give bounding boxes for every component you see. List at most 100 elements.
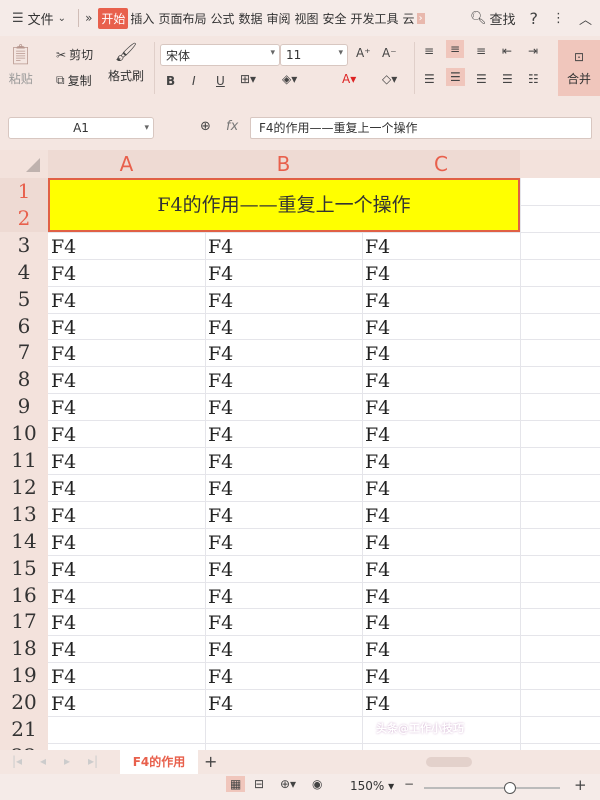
cell-b18[interactable]: F4: [205, 637, 233, 664]
cell-a18[interactable]: F4: [48, 637, 76, 664]
horizontal-scrollbar[interactable]: [410, 756, 570, 768]
row-header-6[interactable]: 6: [0, 313, 48, 340]
cell-b20[interactable]: F4: [205, 691, 233, 718]
row-header-16[interactable]: 16: [0, 582, 48, 609]
tab-cloud[interactable]: 云: [401, 8, 417, 29]
cell-b7[interactable]: F4: [205, 341, 233, 368]
zoom-select[interactable]: 150% ▾: [350, 779, 394, 793]
cell-a12[interactable]: F4: [48, 476, 76, 503]
column-header-c[interactable]: C: [362, 150, 520, 178]
help-icon[interactable]: ?: [529, 9, 538, 28]
font-name-select[interactable]: 宋体 ▾: [160, 44, 280, 66]
cell-c3[interactable]: F4: [362, 234, 390, 261]
row-header-14[interactable]: 14: [0, 528, 48, 555]
row-header-20[interactable]: 20: [0, 689, 48, 716]
cell-a11[interactable]: F4: [48, 449, 76, 476]
format-painter-button[interactable]: 🖌︎ 格式刷: [108, 42, 144, 84]
zoom-slider[interactable]: [424, 782, 560, 794]
cell-b15[interactable]: F4: [205, 557, 233, 584]
cell-b3[interactable]: F4: [205, 234, 233, 261]
justify-icon[interactable]: ☰: [502, 72, 513, 86]
cell-c6[interactable]: F4: [362, 315, 390, 342]
cell-c9[interactable]: F4: [362, 395, 390, 422]
tab-security[interactable]: 安全: [321, 8, 349, 29]
tab-formulas[interactable]: 公式: [208, 8, 236, 29]
row-header-12[interactable]: 12: [0, 474, 48, 501]
cell-b10[interactable]: F4: [205, 422, 233, 449]
tab-view[interactable]: 视图: [293, 8, 321, 29]
row-header-18[interactable]: 18: [0, 635, 48, 662]
formula-input[interactable]: F4的作用——重复上一个操作: [250, 117, 592, 139]
cell-b14[interactable]: F4: [205, 530, 233, 557]
cell-c10[interactable]: F4: [362, 422, 390, 449]
cell-a3[interactable]: F4: [48, 234, 76, 261]
cell-b19[interactable]: F4: [205, 664, 233, 691]
row-header-7[interactable]: 7: [0, 339, 48, 366]
distribute-icon[interactable]: ☷: [528, 72, 539, 86]
tab-developer[interactable]: 开发工具: [349, 8, 401, 29]
cell-b13[interactable]: F4: [205, 503, 233, 530]
sheet-tab-f4[interactable]: F4的作用: [120, 750, 198, 774]
align-middle-icon[interactable]: ≡: [446, 40, 465, 58]
row-header-15[interactable]: 15: [0, 555, 48, 582]
cell-a16[interactable]: F4: [48, 584, 76, 611]
row-header-5[interactable]: 5: [0, 286, 48, 313]
cell-c20[interactable]: F4: [362, 691, 390, 718]
prev-sheet-icon[interactable]: ◂: [40, 754, 46, 768]
normal-view-icon[interactable]: ▦: [226, 776, 246, 792]
fx-label[interactable]: fx: [226, 119, 238, 134]
cell-c16[interactable]: F4: [362, 584, 390, 611]
first-sheet-icon[interactable]: |◂: [12, 754, 22, 768]
cell-c4[interactable]: F4: [362, 261, 390, 288]
cell-b17[interactable]: F4: [205, 610, 233, 637]
copy-button[interactable]: ⧉ 复制: [56, 72, 92, 89]
tab-data[interactable]: 数据: [236, 8, 264, 29]
cell-a8[interactable]: F4: [48, 368, 76, 395]
cell-b5[interactable]: F4: [205, 288, 233, 315]
page-layout-view-icon[interactable]: ⊕▾: [280, 777, 296, 791]
clear-format-icon[interactable]: ◇▾: [382, 72, 397, 86]
row-header-9[interactable]: 9: [0, 393, 48, 420]
align-top-icon[interactable]: ≡: [424, 44, 434, 58]
row-header-13[interactable]: 13: [0, 501, 48, 528]
paste-button[interactable]: 📋︎ 粘贴: [8, 42, 33, 87]
cell-a20[interactable]: F4: [48, 691, 76, 718]
row-header-4[interactable]: 4: [0, 259, 48, 286]
cell-b8[interactable]: F4: [205, 368, 233, 395]
search-button[interactable]: 🔍︎ 查找: [470, 9, 516, 28]
cell-b4[interactable]: F4: [205, 261, 233, 288]
row-header-2[interactable]: 2: [0, 204, 48, 232]
merge-button[interactable]: ⊡ 合并: [558, 40, 600, 96]
expand-menu-icon[interactable]: »: [85, 11, 92, 25]
scroll-tabs-icon[interactable]: ›: [416, 12, 425, 24]
font-color-icon[interactable]: A▾: [342, 72, 356, 86]
cell-a5[interactable]: F4: [48, 288, 76, 315]
border-icon[interactable]: ⊞▾: [240, 72, 256, 86]
underline-icon[interactable]: U: [216, 74, 225, 88]
zoom-lookup-icon[interactable]: ⊕: [200, 119, 211, 134]
row-header-19[interactable]: 19: [0, 662, 48, 689]
cell-a10[interactable]: F4: [48, 422, 76, 449]
cell-b12[interactable]: F4: [205, 476, 233, 503]
font-size-select[interactable]: 11 ▾: [280, 44, 348, 66]
row-header-21[interactable]: 21: [0, 716, 48, 743]
zoom-out-icon[interactable]: −: [404, 777, 414, 791]
increase-font-icon[interactable]: A⁺: [356, 46, 371, 60]
cell-b11[interactable]: F4: [205, 449, 233, 476]
row-header-1[interactable]: 1: [0, 178, 48, 205]
cell-b9[interactable]: F4: [205, 395, 233, 422]
eye-protection-icon[interactable]: ◉: [312, 777, 322, 791]
add-sheet-icon[interactable]: +: [204, 752, 217, 771]
cell-a17[interactable]: F4: [48, 610, 76, 637]
cell-c13[interactable]: F4: [362, 503, 390, 530]
row-header-11[interactable]: 11: [0, 447, 48, 474]
zoom-in-icon[interactable]: +: [574, 776, 587, 794]
decrease-font-icon[interactable]: A⁻: [382, 46, 397, 60]
scrollbar-thumb[interactable]: [426, 757, 472, 767]
align-bottom-icon[interactable]: ≡: [476, 44, 486, 58]
increase-indent-icon[interactable]: ⇥: [528, 44, 538, 58]
zoom-slider-knob[interactable]: [503, 782, 516, 794]
align-left-icon[interactable]: ☰: [424, 72, 435, 86]
cell-a9[interactable]: F4: [48, 395, 76, 422]
decrease-indent-icon[interactable]: ⇤: [502, 44, 512, 58]
